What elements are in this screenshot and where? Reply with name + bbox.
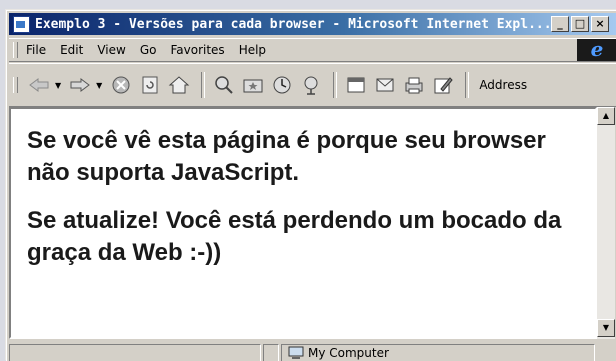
menu-file[interactable]: File bbox=[26, 43, 46, 57]
menu-bar: File Edit View Go Favorites Help e bbox=[9, 38, 616, 62]
window-controls: _ □ × bbox=[551, 16, 609, 32]
address-label[interactable]: Address bbox=[479, 78, 527, 92]
forward-icon[interactable] bbox=[67, 72, 93, 98]
print-icon[interactable] bbox=[401, 72, 427, 98]
menu-go[interactable]: Go bbox=[140, 43, 157, 57]
close-button[interactable]: × bbox=[591, 16, 609, 32]
menu-view[interactable]: View bbox=[97, 43, 125, 57]
maximize-button[interactable]: □ bbox=[571, 16, 589, 32]
computer-icon bbox=[288, 346, 304, 359]
refresh-icon[interactable] bbox=[137, 72, 163, 98]
favorites-icon[interactable] bbox=[240, 72, 266, 98]
page-content: Se você vê esta página é porque seu brow… bbox=[9, 107, 597, 339]
minimize-button[interactable]: _ bbox=[551, 16, 569, 32]
edit-icon[interactable] bbox=[430, 72, 456, 98]
status-progress-panel bbox=[263, 344, 279, 361]
message-paragraph-1: Se você vê esta página é porque seu brow… bbox=[27, 127, 546, 186]
fullscreen-icon[interactable] bbox=[343, 72, 369, 98]
channels-icon[interactable] bbox=[298, 72, 324, 98]
toolbar-separator bbox=[333, 72, 338, 98]
home-icon[interactable] bbox=[166, 72, 192, 98]
toolbar-separator bbox=[465, 72, 470, 98]
standard-toolbar: ▼ ▼ Address bbox=[9, 63, 616, 107]
back-icon[interactable] bbox=[26, 72, 52, 98]
toolbar-grip bbox=[13, 77, 18, 93]
message-paragraph-2: Se atualize! Você está perdendo um bocad… bbox=[27, 207, 562, 266]
status-bar: My Computer bbox=[9, 343, 616, 361]
status-text-panel bbox=[9, 344, 261, 361]
scroll-up-button[interactable]: ▲ bbox=[597, 107, 615, 125]
vertical-scrollbar[interactable]: ▲ ▼ bbox=[597, 107, 615, 339]
mail-icon[interactable] bbox=[372, 72, 398, 98]
menu-help[interactable]: Help bbox=[239, 43, 266, 57]
browser-window: Exemplo 3 - Versões para cada browser - … bbox=[6, 10, 616, 361]
forward-dropdown-icon[interactable]: ▼ bbox=[96, 81, 102, 90]
scroll-down-button[interactable]: ▼ bbox=[597, 319, 615, 337]
title-bar[interactable]: Exemplo 3 - Versões para cada browser - … bbox=[9, 13, 616, 35]
menu-grip bbox=[13, 42, 18, 58]
toolbar-separator bbox=[201, 72, 206, 98]
security-zone-panel: My Computer bbox=[281, 344, 595, 361]
window-title: Exemplo 3 - Versões para cada browser - … bbox=[35, 16, 551, 32]
stop-icon[interactable] bbox=[108, 72, 134, 98]
ie-window-icon[interactable] bbox=[13, 15, 30, 33]
back-dropdown-icon[interactable]: ▼ bbox=[55, 81, 61, 90]
menu-favorites[interactable]: Favorites bbox=[170, 43, 224, 57]
zone-label: My Computer bbox=[308, 346, 389, 360]
history-icon[interactable] bbox=[269, 72, 295, 98]
menu-edit[interactable]: Edit bbox=[60, 43, 83, 57]
ie-logo-icon: e bbox=[577, 39, 616, 61]
search-icon[interactable] bbox=[211, 72, 237, 98]
